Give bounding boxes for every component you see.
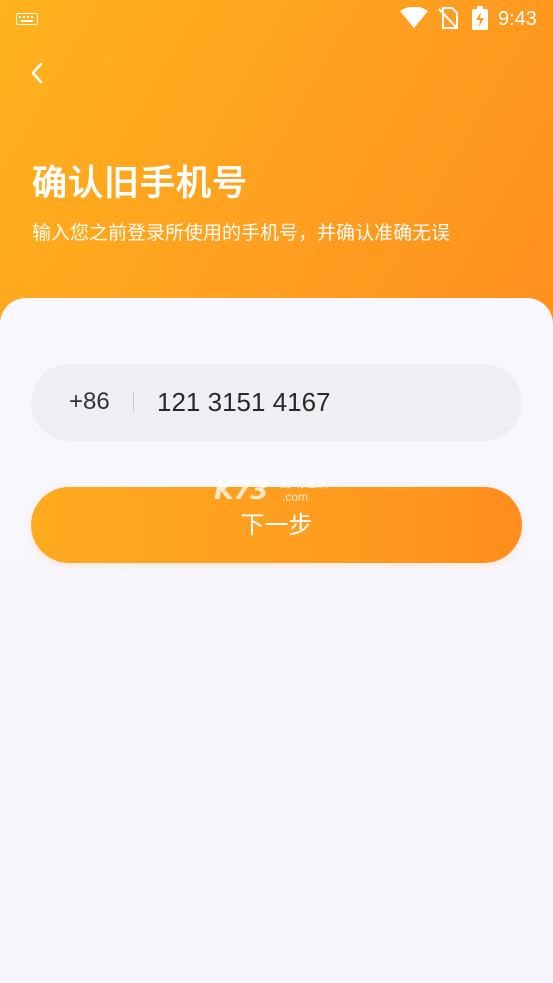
battery-charging-icon xyxy=(472,6,488,30)
wifi-icon xyxy=(400,7,428,28)
country-code-selector[interactable]: +86 xyxy=(69,388,110,416)
page-title: 确认旧手机号 xyxy=(32,164,249,204)
phone-field[interactable]: +86 xyxy=(31,364,522,441)
keyboard-icon xyxy=(16,13,38,25)
chevron-left-icon xyxy=(31,62,43,84)
field-divider xyxy=(133,392,134,412)
next-step-button[interactable]: 下一步 xyxy=(31,487,522,563)
phone-number-input[interactable] xyxy=(157,380,497,424)
no-sim-icon xyxy=(438,7,458,29)
page-subtitle: 输入您之前登录所使用的手机号，并确认准确无误 xyxy=(32,222,451,244)
status-bar: 9:43 xyxy=(0,0,553,38)
back-button[interactable] xyxy=(22,52,62,92)
status-clock: 9:43 xyxy=(498,8,537,30)
